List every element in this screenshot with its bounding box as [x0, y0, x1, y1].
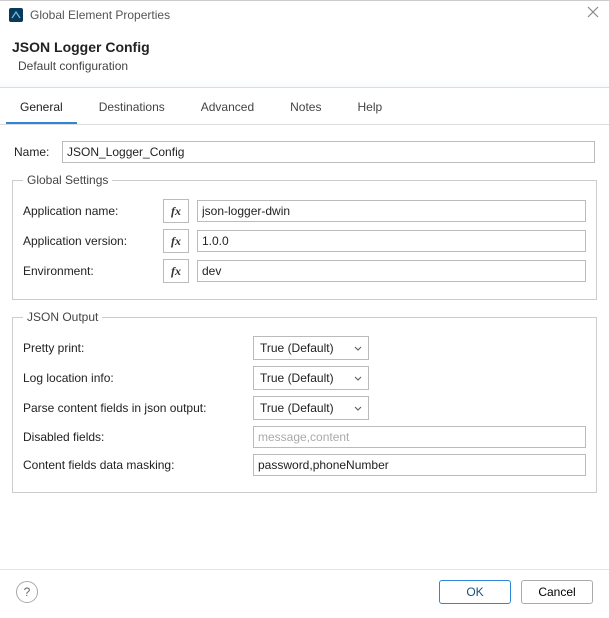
app-icon: [8, 7, 24, 23]
environment-label: Environment:: [23, 264, 163, 278]
json-output-group: JSON Output Pretty print: True (Default)…: [12, 310, 597, 493]
pretty-print-value: True (Default): [260, 341, 334, 355]
button-bar: ? OK Cancel: [0, 569, 609, 618]
fx-button-application-version[interactable]: fx: [163, 229, 189, 253]
fx-button-application-name[interactable]: fx: [163, 199, 189, 223]
parse-content-label: Parse content fields in json output:: [23, 401, 253, 415]
json-output-legend: JSON Output: [23, 310, 102, 324]
parse-content-value: True (Default): [260, 401, 334, 415]
pretty-print-select[interactable]: True (Default): [253, 336, 369, 360]
close-icon[interactable]: [587, 5, 599, 21]
ok-button[interactable]: OK: [439, 580, 511, 604]
page-title: JSON Logger Config: [12, 39, 597, 55]
log-location-value: True (Default): [260, 371, 334, 385]
header-section: JSON Logger Config Default configuration: [0, 29, 609, 88]
window-title: Global Element Properties: [30, 8, 170, 22]
name-input[interactable]: [62, 141, 595, 163]
application-name-label: Application name:: [23, 204, 163, 218]
chevron-down-icon: [354, 401, 362, 415]
application-version-label: Application version:: [23, 234, 163, 248]
dialog-window: Global Element Properties JSON Logger Co…: [0, 0, 609, 618]
masking-input[interactable]: [253, 454, 586, 476]
application-name-input[interactable]: [197, 200, 586, 222]
parse-content-select[interactable]: True (Default): [253, 396, 369, 420]
masking-label: Content fields data masking:: [23, 458, 253, 472]
log-location-label: Log location info:: [23, 371, 253, 385]
chevron-down-icon: [354, 341, 362, 355]
log-location-select[interactable]: True (Default): [253, 366, 369, 390]
global-settings-legend: Global Settings: [23, 173, 112, 187]
cancel-button[interactable]: Cancel: [521, 580, 593, 604]
application-version-input[interactable]: [197, 230, 586, 252]
tab-destinations[interactable]: Destinations: [85, 90, 179, 124]
titlebar: Global Element Properties: [0, 1, 609, 29]
chevron-down-icon: [354, 371, 362, 385]
environment-input[interactable]: [197, 260, 586, 282]
help-icon[interactable]: ?: [16, 581, 38, 603]
global-settings-group: Global Settings Application name: fx App…: [12, 173, 597, 300]
fx-button-environment[interactable]: fx: [163, 259, 189, 283]
name-label: Name:: [14, 145, 62, 159]
name-row: Name:: [14, 141, 595, 163]
content-area: Name: Global Settings Application name: …: [0, 125, 609, 569]
tab-advanced[interactable]: Advanced: [187, 90, 268, 124]
disabled-fields-input[interactable]: [253, 426, 586, 448]
page-subtitle: Default configuration: [18, 59, 597, 73]
disabled-fields-label: Disabled fields:: [23, 430, 253, 444]
tab-general[interactable]: General: [6, 90, 77, 124]
tab-bar: General Destinations Advanced Notes Help: [0, 90, 609, 125]
pretty-print-label: Pretty print:: [23, 341, 253, 355]
tab-notes[interactable]: Notes: [276, 90, 335, 124]
tab-help[interactable]: Help: [343, 90, 396, 124]
